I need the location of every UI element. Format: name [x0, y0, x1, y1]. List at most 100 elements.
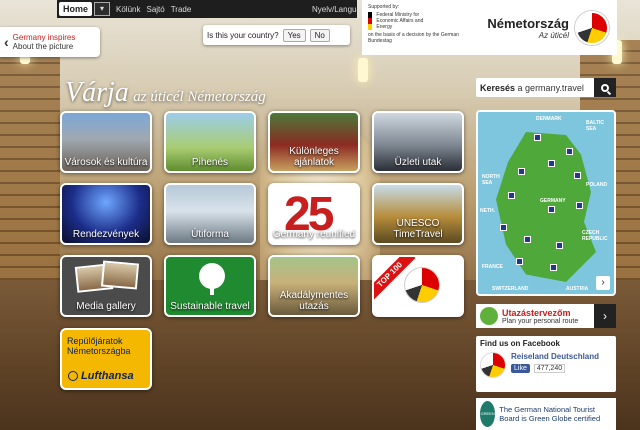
- map-pin[interactable]: [550, 264, 557, 271]
- chevron-left-icon: ‹: [4, 34, 9, 50]
- map-pin[interactable]: [500, 224, 507, 231]
- page-title: Várja az úticél Németország: [65, 77, 266, 109]
- yes-button[interactable]: Yes: [282, 28, 306, 42]
- brand-name: Németország: [487, 15, 569, 31]
- map-label: NETH.: [480, 208, 495, 214]
- top-navigation-bar: Home ▾ Kölünk Sajtó Trade Nyelv/Language…: [57, 0, 400, 18]
- lamp-icon: [358, 58, 368, 82]
- chevron-right-icon[interactable]: ›: [594, 304, 616, 328]
- tile-events[interactable]: Rendezvények: [60, 183, 152, 245]
- green-globe-banner[interactable]: GREEN GLOBE The German National Tourist …: [476, 398, 616, 430]
- ministry-note: on the basis of a decision by the German…: [368, 32, 459, 44]
- tile-sustainable-travel[interactable]: Sustainable travel: [164, 255, 256, 317]
- facebook-like-button[interactable]: Like: [511, 364, 530, 373]
- facebook-heading: Find us on Facebook: [480, 339, 561, 348]
- facebook-avatar[interactable]: [480, 352, 506, 378]
- facebook-page-link[interactable]: Reiseland Deutschland: [511, 352, 599, 361]
- tile-label: Sustainable travel: [170, 301, 250, 312]
- green-globe-text: The German National Tourist Board is Gre…: [499, 405, 601, 423]
- inspires-title: Germany inspires: [12, 33, 76, 42]
- about-picture-link[interactable]: About the picture: [13, 42, 76, 51]
- about-picture-panel[interactable]: ‹ Germany inspires About the picture: [0, 27, 100, 57]
- map-label: DENMARK: [536, 116, 562, 122]
- crane-icon: [68, 371, 78, 382]
- map-pin[interactable]: [508, 192, 515, 199]
- nav-link-sajto[interactable]: Sajtó: [146, 5, 164, 14]
- no-button[interactable]: No: [309, 28, 330, 42]
- tile-special-offers[interactable]: Különleges ajánlatok: [268, 111, 360, 173]
- tile-media-gallery[interactable]: Media gallery: [60, 255, 152, 317]
- site-header: Supported by: Federal Ministry for Econo…: [362, 0, 617, 55]
- country-question: Is this your country?: [207, 30, 279, 40]
- map-label: CZECH REPUBLIC: [582, 230, 608, 242]
- photo-icon: [100, 260, 140, 290]
- map-pin[interactable]: [518, 168, 525, 175]
- route-planner[interactable]: Utazástervezőm Plan your personal route …: [476, 304, 616, 328]
- tile-germany-reunified[interactable]: 25 Germany reunified: [268, 183, 360, 245]
- map-label: NORTH SEA: [482, 174, 500, 186]
- green-globe-badge-icon: GREEN GLOBE: [480, 401, 496, 427]
- nav-link-kolunk[interactable]: Kölünk: [116, 5, 140, 14]
- lufthansa-text: Repülőjáratok Németországba: [67, 336, 131, 356]
- ministry-supported-label: Supported by:: [368, 4, 400, 10]
- tile-label: Útiforma: [191, 229, 229, 240]
- lufthansa-banner[interactable]: Repülőjáratok Németországba Lufthansa: [60, 328, 152, 390]
- search-domain: a germany.travel: [517, 82, 584, 93]
- chevron-right-icon[interactable]: ›: [596, 276, 610, 290]
- map-label: AUSTRIA: [566, 286, 589, 292]
- tile-accessible-travel[interactable]: Akadálymentes utazás: [268, 255, 360, 317]
- map-pin[interactable]: [574, 172, 581, 179]
- tile-relax[interactable]: Pihenés: [164, 111, 256, 173]
- tile-label: Városok és kultúra: [64, 157, 148, 168]
- chevron-down-icon[interactable]: ▾: [94, 2, 111, 16]
- germany-map[interactable]: DENMARK BALTIC SEA NORTH SEA GERMANY POL…: [476, 110, 616, 296]
- tile-top100[interactable]: TOP 100: [372, 255, 464, 317]
- planner-subtitle: Plan your personal route: [502, 317, 579, 325]
- ministry-name: Federal Ministry for Economic Affairs an…: [376, 12, 424, 30]
- route-planner-icon: [480, 307, 498, 325]
- map-label: GERMANY: [540, 198, 566, 204]
- headline-small: az úticél Németország: [133, 89, 266, 105]
- map-pin[interactable]: [534, 134, 541, 141]
- planner-title: Utazástervezőm: [502, 307, 571, 318]
- tile-label: Különleges ajánlatok: [289, 146, 339, 168]
- search-input[interactable]: Keresés a germany.travel: [476, 83, 594, 93]
- search-label: Keresés: [480, 82, 516, 93]
- tile-business-travel[interactable]: Üzleti utak: [372, 111, 464, 173]
- tile-label: UNESCO TimeTravel: [393, 218, 443, 240]
- search-box[interactable]: Keresés a germany.travel: [476, 78, 616, 97]
- home-button[interactable]: Home: [59, 2, 93, 16]
- map-pin[interactable]: [556, 242, 563, 249]
- tile-city-culture[interactable]: Városok és kultúra: [60, 111, 152, 173]
- map-label: FRANCE: [482, 264, 503, 270]
- tile-label: Akadálymentes utazás: [279, 290, 349, 312]
- headline-big: Várja: [65, 77, 129, 108]
- ministry-logo: Supported by: Federal Ministry for Econo…: [362, 0, 472, 55]
- map-pin[interactable]: [548, 160, 555, 167]
- search-icon: [601, 83, 609, 92]
- brand-tagline: Az úticél: [538, 30, 569, 40]
- map-pin[interactable]: [576, 202, 583, 209]
- lufthansa-brand-text: Lufthansa: [81, 370, 134, 382]
- map-label: SWITZERLAND: [492, 286, 529, 292]
- map-pin[interactable]: [548, 206, 555, 213]
- tile-label: Pihenés: [191, 157, 229, 168]
- map-pin[interactable]: [516, 258, 523, 265]
- tile-label: Üzleti utak: [394, 157, 442, 168]
- flag-bar-icon: [368, 12, 372, 30]
- tile-unesco[interactable]: UNESCO TimeTravel: [372, 183, 464, 245]
- country-prompt: Is this your country? Yes No: [203, 25, 350, 45]
- germany-travel-logo-icon: [404, 267, 440, 303]
- map-label: BALTIC SEA: [586, 120, 604, 132]
- facebook-like-count: 477,240: [533, 364, 566, 373]
- tile-outdoor[interactable]: Útiforma: [164, 183, 256, 245]
- tile-label: Media gallery: [76, 301, 136, 312]
- brand[interactable]: Németország Az úticél: [472, 0, 617, 55]
- search-button[interactable]: [594, 78, 616, 97]
- tile-label: Germany reunified: [272, 229, 356, 240]
- map-pin[interactable]: [524, 236, 531, 243]
- map-pin[interactable]: [566, 148, 573, 155]
- map-label: POLAND: [586, 182, 608, 188]
- nav-link-trade[interactable]: Trade: [171, 5, 192, 14]
- facebook-widget: Find us on Facebook Reiseland Deutschlan…: [476, 336, 616, 392]
